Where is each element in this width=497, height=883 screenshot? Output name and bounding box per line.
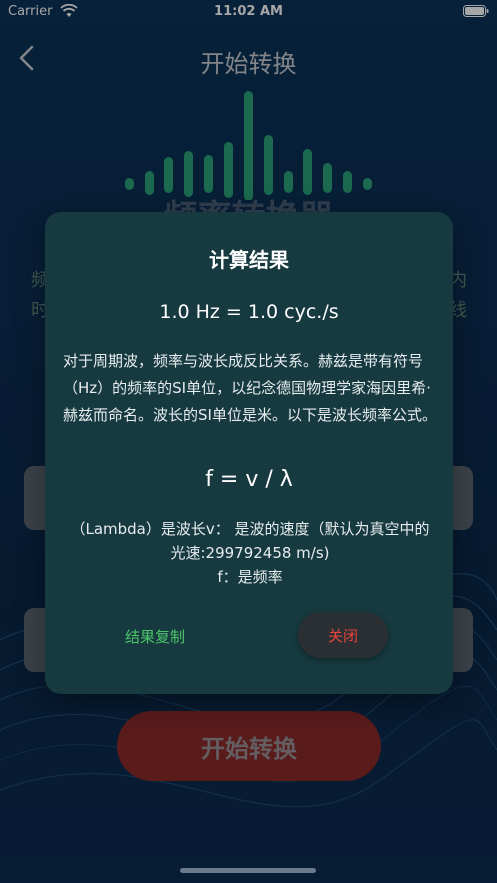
result-dialog: 计算结果 1.0 Hz = 1.0 cyc./s 对于周期波，频率与波长成反比关… (45, 212, 453, 694)
formula: f = v / λ (205, 467, 293, 492)
copy-result-button[interactable]: 结果复制 (105, 614, 205, 658)
home-indicator (180, 868, 316, 873)
close-button[interactable]: 关闭 (298, 612, 388, 658)
variables-line: f：是频率 (217, 568, 283, 586)
formula-variables: （Lambda）是波长v： 是波的速度（默认为真空中的光速:299792458 … (63, 517, 437, 589)
conversion-result: 1.0 Hz = 1.0 cyc./s (159, 301, 339, 323)
dialog-title: 计算结果 (209, 248, 289, 272)
description-text: 对于周期波，频率与波长成反比关系。赫兹是带有符号（Hz）的频率的SI单位，以纪念… (63, 352, 437, 424)
variables-line: （Lambda）是波长v： 是波的速度（默认为真空中的光速:299792458 … (70, 520, 430, 562)
